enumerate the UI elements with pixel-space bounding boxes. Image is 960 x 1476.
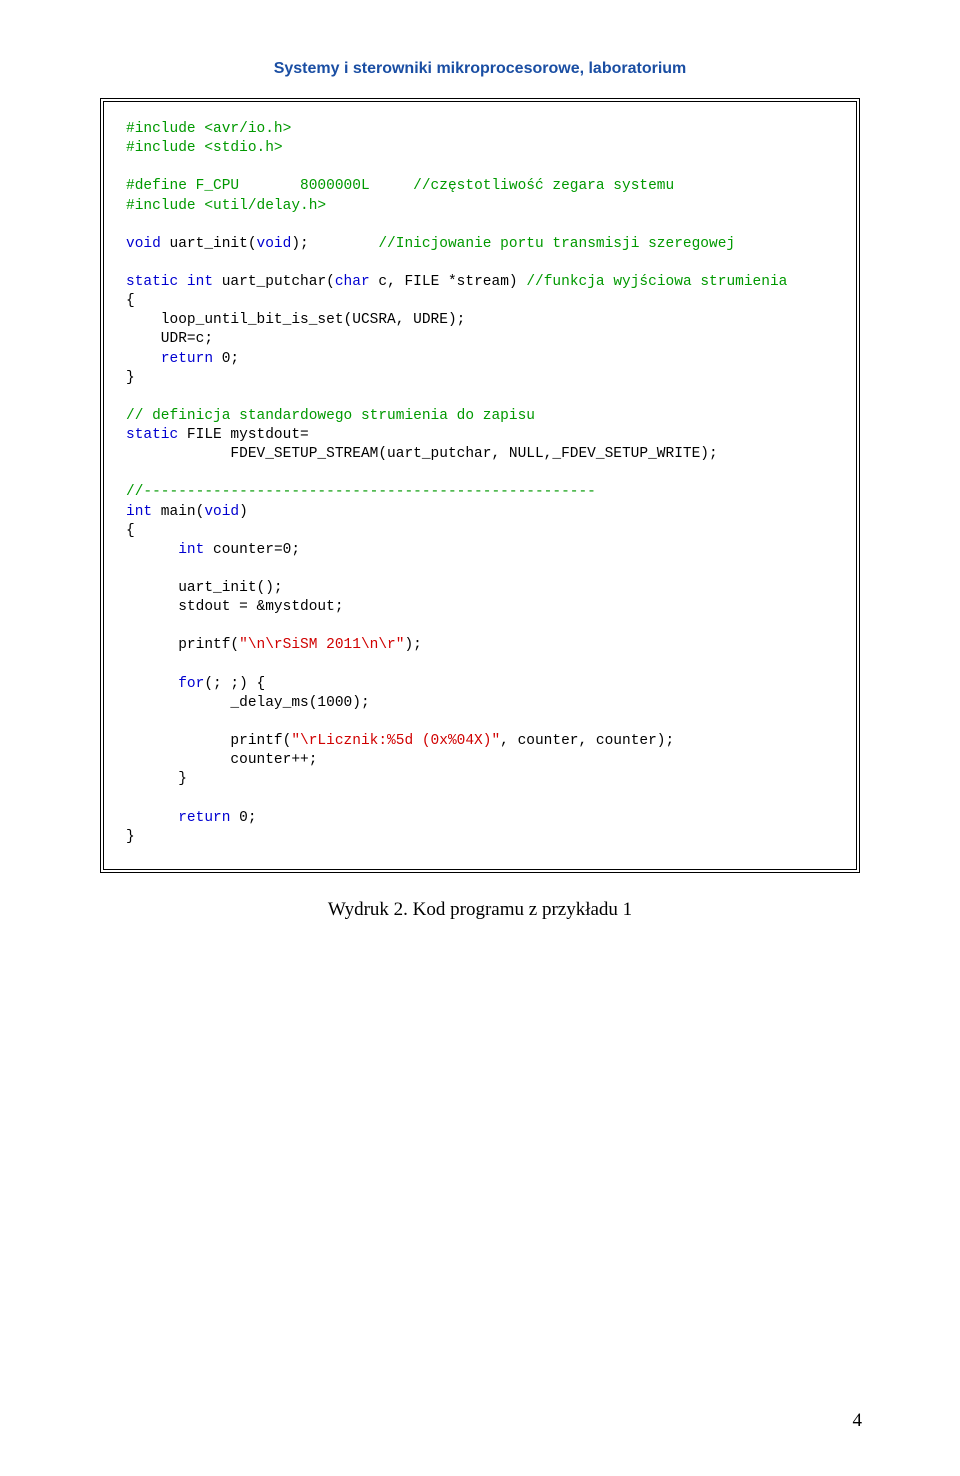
code-fragment: printf( [126, 733, 291, 749]
page-container: Systemy i sterowniki mikroprocesorowe, l… [0, 0, 960, 1476]
code-keyword: char [335, 274, 370, 290]
code-keyword: int [178, 542, 204, 558]
code-comment: //Inicjowanie portu transmisji szeregowe… [378, 236, 735, 252]
document-header: Systemy i sterowniki mikroprocesorowe, l… [100, 60, 860, 78]
code-keyword: return [178, 810, 230, 826]
code-fragment: FILE mystdout= [178, 427, 309, 443]
code-fragment: uart_putchar( [213, 274, 335, 290]
listing-caption: Wydruk 2. Kod programu z przykładu 1 [100, 899, 860, 921]
code-line: counter++; [126, 752, 317, 768]
code-line: #include <util/delay.h> [126, 198, 326, 214]
page-number: 4 [853, 1410, 863, 1432]
code-fragment [126, 542, 178, 558]
code-fragment: counter=0; [204, 542, 300, 558]
code-string: "\rLicznik:%5d (0x%04X)" [291, 733, 500, 749]
code-listing: #include <avr/io.h> #include <stdio.h> #… [100, 98, 860, 873]
code-line: { [126, 293, 135, 309]
code-line: #include <stdio.h> [126, 140, 283, 156]
code-fragment: #define F_CPU 8000000L [126, 178, 413, 194]
code-line: #include <avr/io.h> [126, 121, 291, 137]
code-fragment [126, 351, 161, 367]
code-line: { [126, 523, 135, 539]
code-fragment [126, 676, 178, 692]
code-line: } [126, 370, 135, 386]
code-comment: //--------------------------------------… [126, 484, 596, 500]
code-fragment [178, 274, 187, 290]
code-keyword: int [187, 274, 213, 290]
code-fragment: , counter, counter); [500, 733, 674, 749]
code-comment: //funkcja wyjściowa strumienia [526, 274, 787, 290]
code-keyword: void [126, 236, 161, 252]
code-line: UDR=c; [126, 331, 213, 347]
code-fragment [126, 810, 178, 826]
code-fragment: (; ;) { [204, 676, 265, 692]
code-comment: //częstotliwość zegara systemu [413, 178, 674, 194]
code-fragment: c, FILE *stream) [370, 274, 527, 290]
code-keyword: static [126, 427, 178, 443]
code-line: stdout = &mystdout; [126, 599, 344, 615]
code-line: _delay_ms(1000); [126, 695, 370, 711]
code-keyword: for [178, 676, 204, 692]
code-keyword: void [204, 504, 239, 520]
code-keyword: return [161, 351, 213, 367]
code-fragment: ); [404, 637, 421, 653]
code-line: FDEV_SETUP_STREAM(uart_putchar, NULL,_FD… [126, 446, 718, 462]
code-fragment: 0; [213, 351, 239, 367]
code-keyword: int [126, 504, 152, 520]
code-line: } [126, 771, 187, 787]
code-line: uart_init(); [126, 580, 283, 596]
code-comment: // definicja standardowego strumienia do… [126, 408, 535, 424]
code-fragment: main( [152, 504, 204, 520]
code-line: loop_until_bit_is_set(UCSRA, UDRE); [126, 312, 465, 328]
code-string: "\n\rSiSM 2011\n\r" [239, 637, 404, 653]
code-keyword: static [126, 274, 178, 290]
code-keyword: void [257, 236, 292, 252]
code-fragment: ); [291, 236, 378, 252]
code-fragment: 0; [230, 810, 256, 826]
code-line: } [126, 829, 135, 845]
code-fragment: ) [239, 504, 248, 520]
code-fragment: uart_init( [161, 236, 257, 252]
code-fragment: printf( [126, 637, 239, 653]
